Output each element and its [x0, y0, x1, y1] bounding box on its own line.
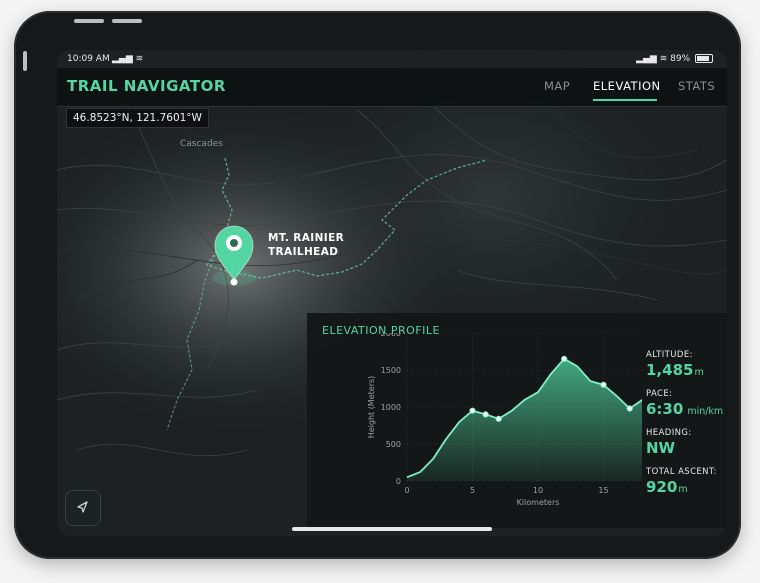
battery-icon — [695, 54, 713, 63]
screen: Cascades 10:09 AM ▂▄▆ ≋ ▂▄▆ ≋ 89% TRAIL … — [57, 50, 727, 536]
app-header: TRAIL NAVIGATOR MAP ELEVATION STATS — [57, 68, 727, 107]
stat-altitude: ALTITUDE: 1,485m — [646, 350, 704, 379]
stat-altitude-label: ALTITUDE: — [646, 350, 693, 360]
tab-map[interactable]: MAP — [544, 79, 570, 93]
pin-label-line1: MT. RAINIER — [268, 232, 345, 244]
map-pin-icon[interactable] — [212, 225, 256, 286]
x-tick-label: 15 — [598, 486, 608, 495]
stat-altitude-value: 1,485 — [646, 361, 694, 379]
x-tick-label: 5 — [470, 486, 475, 495]
elevation-point — [561, 355, 568, 362]
tablet-frame: Cascades 10:09 AM ▂▄▆ ≋ ▂▄▆ ≋ 89% TRAIL … — [14, 11, 741, 559]
tablet-side-button — [23, 51, 27, 71]
tablet-top-button — [74, 19, 104, 23]
y-axis-label: Height (Meters) — [367, 376, 376, 439]
stat-pace-value: 6:30 — [646, 400, 684, 418]
status-time: 10:09 AM — [67, 54, 110, 64]
x-tick-label: 0 — [404, 486, 409, 495]
app-title: TRAIL NAVIGATOR — [67, 77, 226, 95]
stat-total-ascent: TOTAL ASCENT: 920m — [646, 467, 717, 496]
coordinates-readout: 46.8523°N, 121.7601°W — [66, 108, 209, 128]
tab-stats[interactable]: STATS — [678, 79, 715, 93]
stat-altitude-unit: m — [694, 367, 704, 378]
elevation-point — [626, 405, 633, 412]
elevation-point — [482, 411, 489, 418]
y-tick-label: 2000 — [381, 333, 401, 338]
x-axis-label: Kilometers — [517, 498, 560, 507]
tablet-top-button — [112, 19, 142, 23]
status-bar: 10:09 AM ▂▄▆ ≋ ▂▄▆ ≋ 89% — [57, 50, 727, 68]
x-tick-label: 10 — [533, 486, 543, 495]
stat-total-ascent-unit: m — [678, 484, 688, 495]
map-label-cascades: Cascades — [180, 139, 223, 149]
y-tick-label: 1000 — [381, 403, 401, 412]
y-tick-label: 0 — [396, 477, 401, 486]
stat-pace-label: PACE: — [646, 389, 673, 399]
stat-heading-value: NW — [646, 439, 676, 457]
stat-total-ascent-label: TOTAL ASCENT: — [646, 467, 717, 477]
stat-heading-label: HEADING: — [646, 428, 692, 438]
elevation-chart: 050010001500200005101520KilometersHeight… — [367, 333, 642, 507]
stat-total-ascent-value: 920 — [646, 478, 678, 496]
battery-level: 89% — [670, 54, 691, 64]
wifi-icon: ▂▄▆ ≋ — [636, 54, 671, 64]
y-tick-label: 500 — [386, 440, 401, 449]
locate-me-button[interactable] — [65, 490, 101, 526]
navigation-arrow-icon — [77, 501, 88, 513]
tab-elevation[interactable]: ELEVATION — [593, 79, 661, 93]
pin-label-line2: TRAILHEAD — [268, 246, 339, 258]
elevation-point — [469, 407, 476, 414]
pin-label: MT. RAINIER TRAILHEAD — [268, 231, 344, 259]
y-tick-label: 1500 — [381, 366, 401, 375]
elevation-panel: ELEVATION PROFILE 0 500 1000 1500 2000 0 5 10 15… — [307, 313, 727, 528]
stat-pace-unit: min/km — [687, 406, 724, 417]
elevation-point — [495, 415, 502, 422]
elevation-point — [600, 381, 607, 388]
cellular-icon: ▂▄▆ ≋ — [112, 54, 144, 64]
stat-heading: HEADING: NW — [646, 428, 692, 457]
stat-pace: PACE: 6:30 min/km — [646, 389, 723, 418]
home-indicator[interactable] — [292, 527, 492, 531]
elevation-area — [407, 358, 642, 481]
active-tab-indicator — [593, 99, 657, 101]
